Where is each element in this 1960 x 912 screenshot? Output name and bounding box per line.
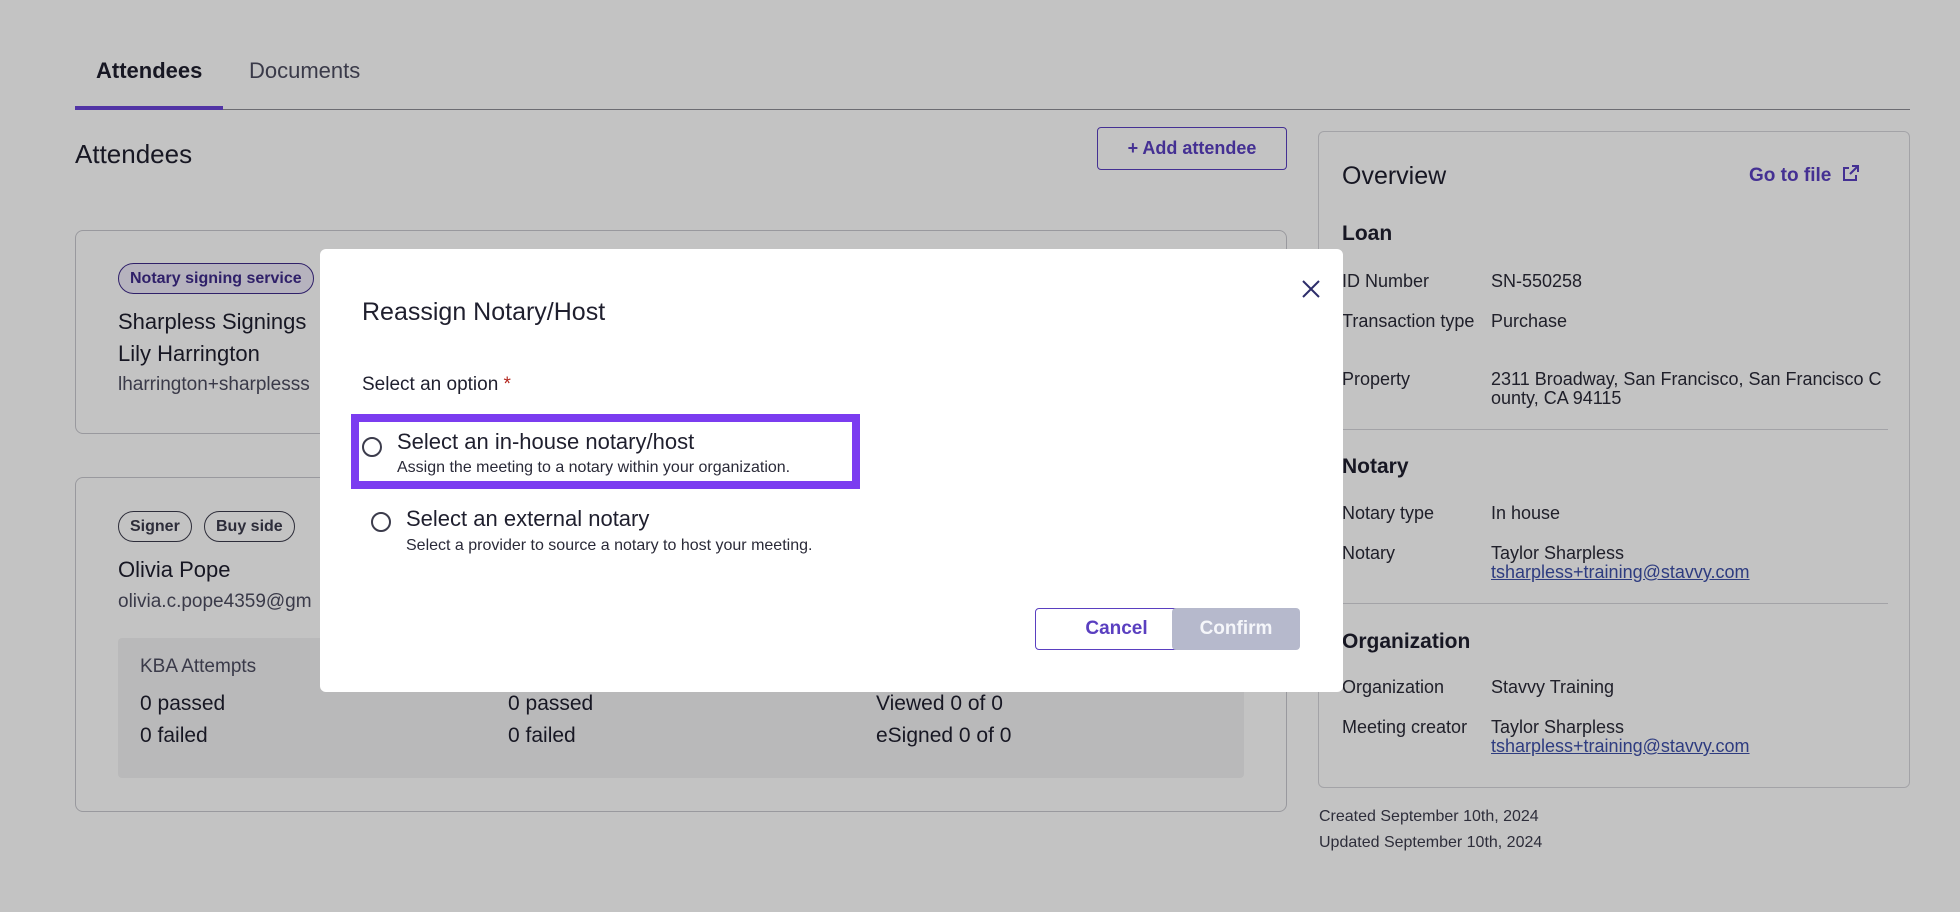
option-in-house-notary[interactable]: Select an in-house notary/host Assign th… xyxy=(351,414,860,489)
option-description: Assign the meeting to a notary within yo… xyxy=(397,459,791,476)
radio-button[interactable] xyxy=(362,437,382,457)
field-label-text: Select an option xyxy=(362,374,499,395)
radio-button[interactable] xyxy=(371,512,391,532)
option-title: Select an in-house notary/host xyxy=(397,429,695,454)
close-icon xyxy=(1301,279,1321,304)
dialog-title: Reassign Notary/Host xyxy=(362,298,606,326)
option-external-notary[interactable]: Select an external notary Select a provi… xyxy=(362,506,822,576)
reassign-notary-dialog: Reassign Notary/Host Select an option * … xyxy=(320,249,1343,692)
close-button[interactable] xyxy=(1294,274,1328,308)
option-title: Select an external notary xyxy=(406,506,650,531)
required-marker: * xyxy=(503,374,511,395)
option-description: Select a provider to source a notary to … xyxy=(406,537,813,554)
confirm-button[interactable]: Confirm xyxy=(1172,608,1300,650)
field-label: Select an option * xyxy=(362,374,511,396)
